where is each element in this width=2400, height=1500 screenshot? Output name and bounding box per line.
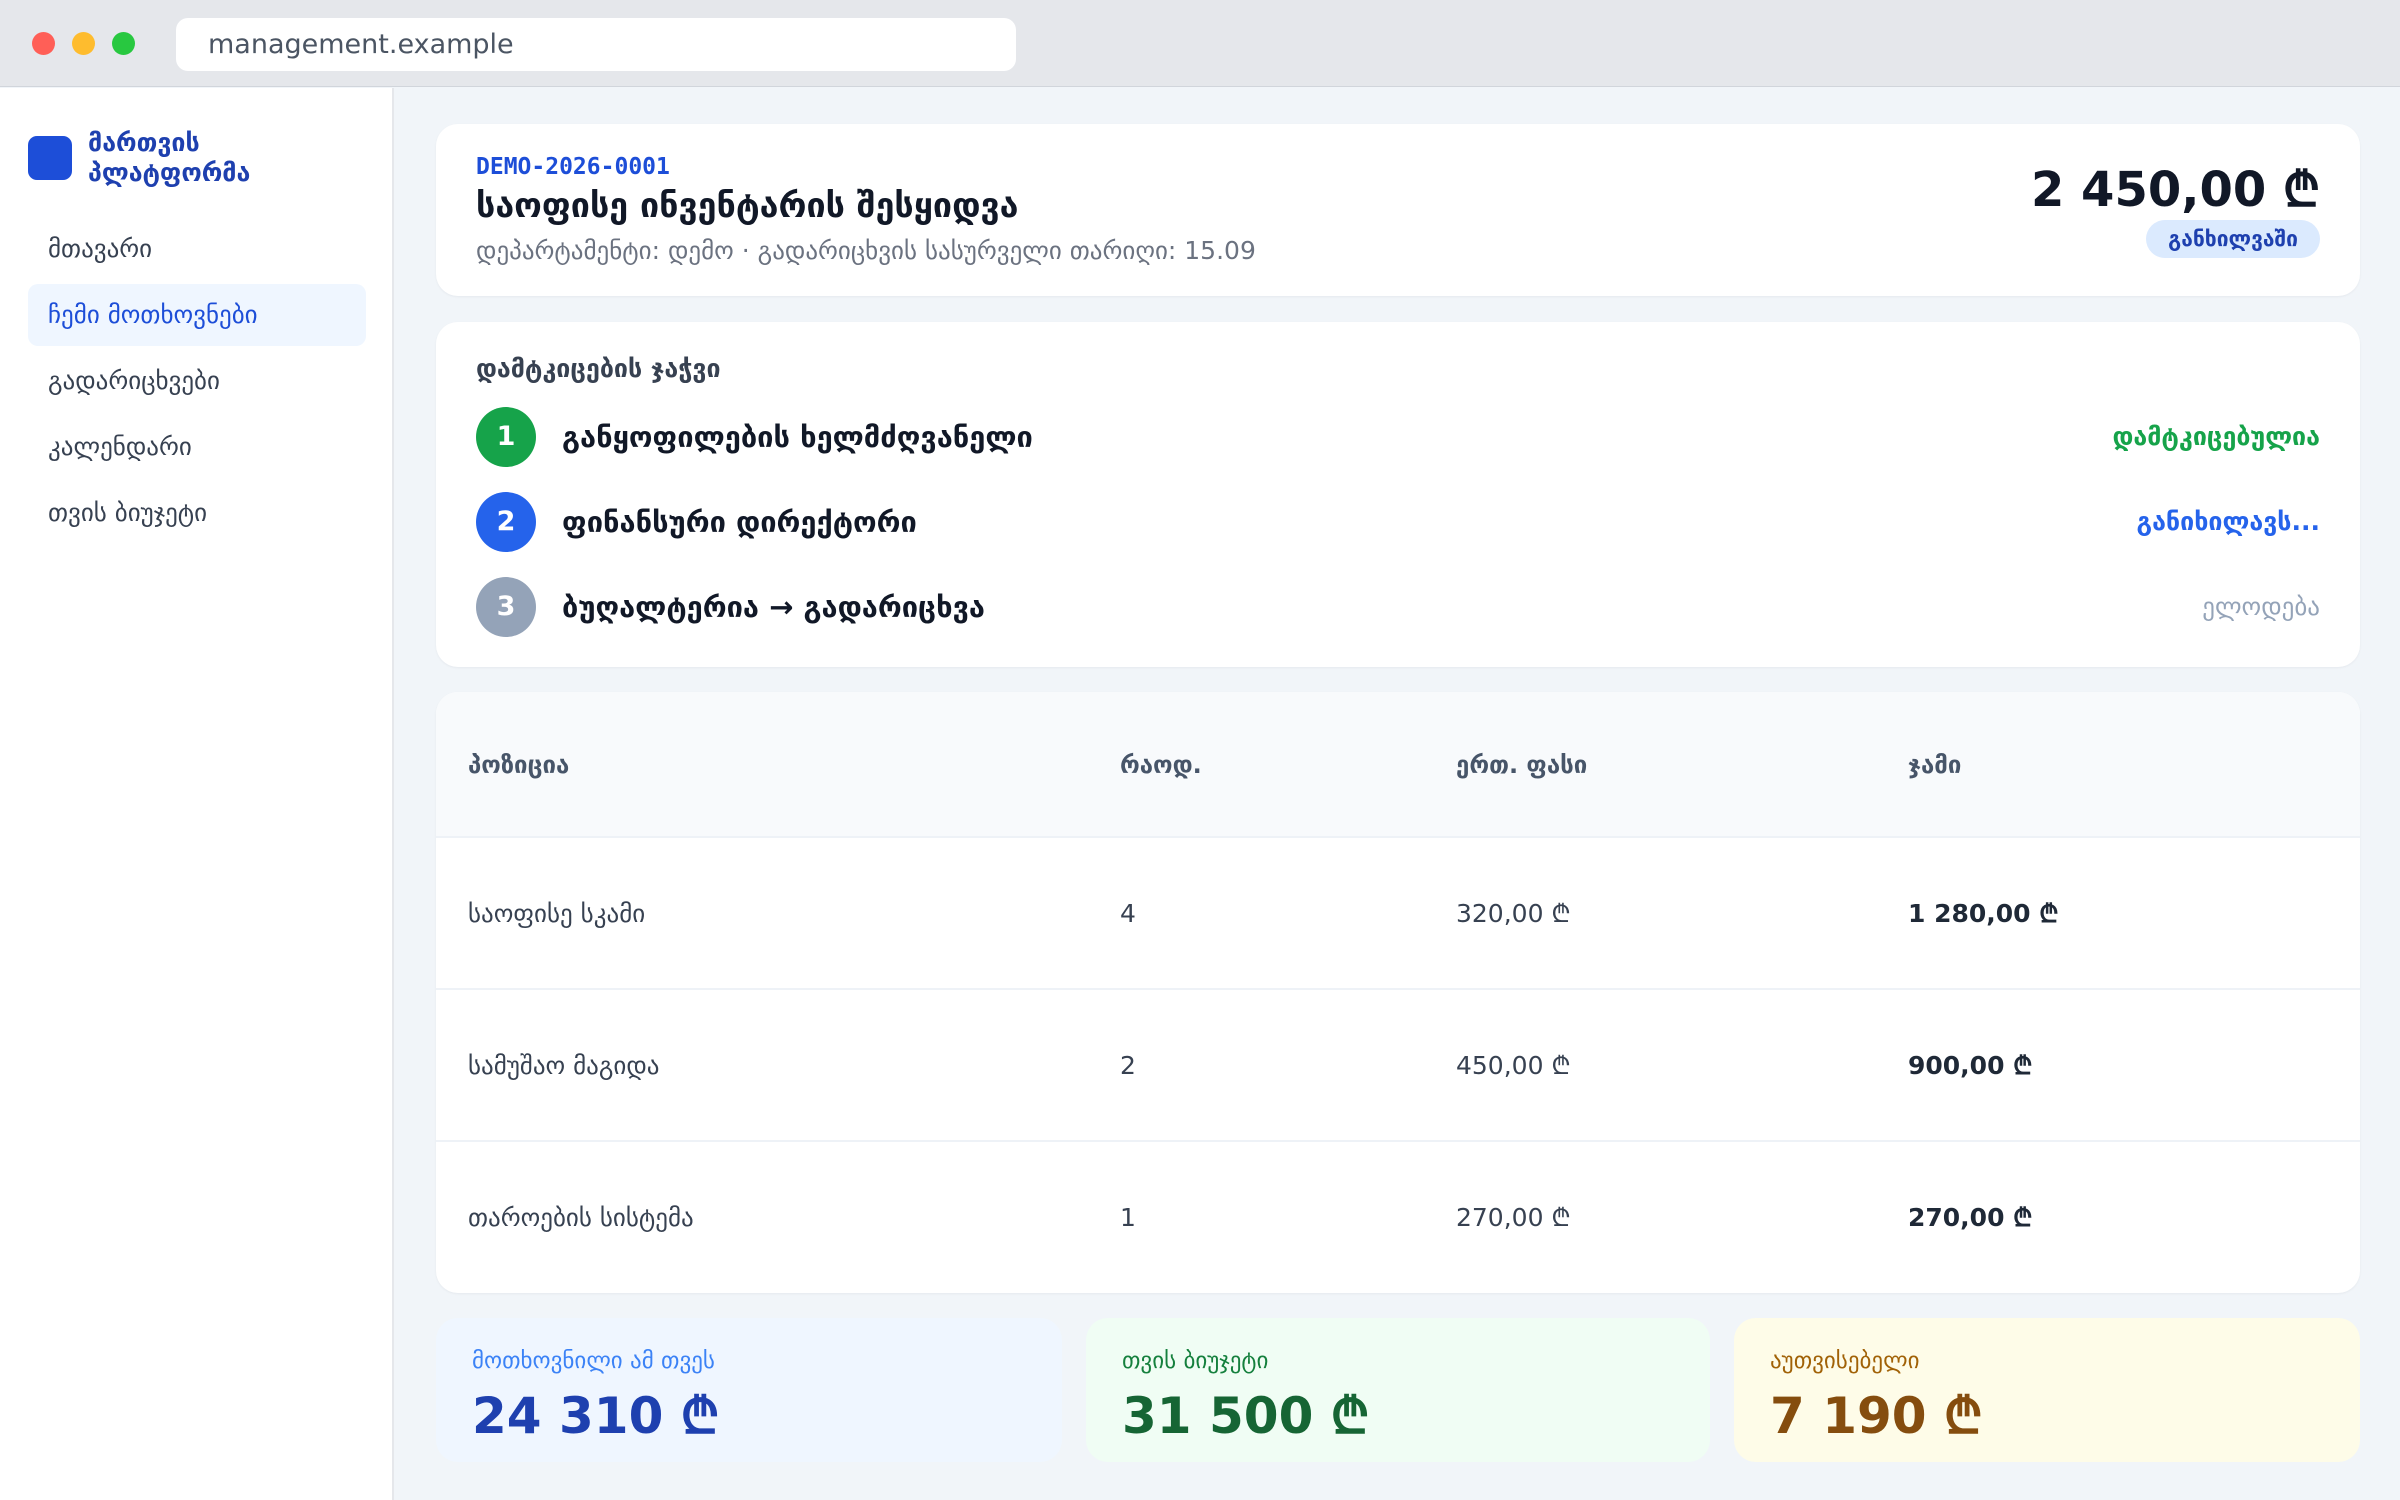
request-subtitle: დეპარტამენტი: დემო · გადარიცხვის სასურვე… xyxy=(476,236,1256,265)
stat-label: მოთხოვნილი ამ თვეს xyxy=(472,1348,715,1374)
request-header-card: DEMO-2026-0001 საოფისე ინვენტარის შესყიდ… xyxy=(436,124,2360,296)
column-header-quantity[interactable]: რაოდ. xyxy=(1120,692,1202,838)
cell-quantity: 2 xyxy=(1120,1051,1136,1080)
request-title: საოფისე ინვენტარის შესყიდვა xyxy=(476,186,1019,226)
step-status: განიხილავს... xyxy=(2136,507,2320,536)
approval-chain-card: დამტკიცების ჯაჭვი 1 განყოფილების ხელმძღვ… xyxy=(436,322,2360,667)
column-header-total[interactable]: ჯამი xyxy=(1908,692,1961,838)
approval-step: 2 ფინანსური დირექტორი განიხილავს... xyxy=(476,492,2320,552)
window-maximize-dot[interactable] xyxy=(112,32,135,55)
step-status: დამტკიცებულია xyxy=(2112,422,2320,451)
table-row[interactable]: საოფისე სკამი 4 320,00 ₾ 1 280,00 ₾ xyxy=(436,838,2360,990)
sidebar-item-home[interactable]: მთავარი xyxy=(28,218,366,280)
step-number-badge: 2 xyxy=(476,492,536,552)
stat-label: აუთვისებელი xyxy=(1770,1348,1920,1374)
step-status: ელოდება xyxy=(2202,592,2320,621)
sidebar-item-monthly-budget[interactable]: თვის ბიუჯეტი xyxy=(28,482,366,544)
brand-logo-icon xyxy=(28,136,72,180)
step-number-badge: 1 xyxy=(476,407,536,467)
items-table: პოზიცია რაოდ. ერთ. ფასი ჯამი საოფისე სკა… xyxy=(436,692,2360,1293)
cell-unit-price: 450,00 ₾ xyxy=(1456,1051,1571,1080)
column-header-item[interactable]: პოზიცია xyxy=(468,692,569,838)
approval-chain-title: დამტკიცების ჯაჭვი xyxy=(476,354,721,383)
table-row[interactable]: თაროების სისტემა 1 270,00 ₾ 270,00 ₾ xyxy=(436,1142,2360,1293)
brand[interactable]: მართვის პლატფორმა xyxy=(28,128,308,188)
cell-total: 900,00 ₾ xyxy=(1908,1051,2033,1080)
table-row[interactable]: სამუშაო მაგიდა 2 450,00 ₾ 900,00 ₾ xyxy=(436,990,2360,1142)
window-minimize-dot[interactable] xyxy=(72,32,95,55)
request-id: DEMO-2026-0001 xyxy=(476,154,670,180)
browser-chrome: management.example xyxy=(0,0,2400,87)
approval-step: 3 ბუღალტერია → გადარიცხვა ელოდება xyxy=(476,577,2320,637)
sidebar-item-my-requests[interactable]: ჩემი მოთხოვნები xyxy=(28,284,366,346)
stat-card-requested: მოთხოვნილი ამ თვეს 24 310 ₾ xyxy=(436,1318,1062,1462)
stat-value: 31 500 ₾ xyxy=(1122,1387,1370,1445)
cell-total: 1 280,00 ₾ xyxy=(1908,899,2059,928)
cell-item: სამუშაო მაგიდა xyxy=(468,1051,660,1080)
status-badge: განხილვაში xyxy=(2146,220,2320,258)
sidebar-item-transfers[interactable]: გადარიცხვები xyxy=(28,350,366,412)
address-bar[interactable]: management.example xyxy=(176,18,1016,71)
stat-value: 24 310 ₾ xyxy=(472,1387,720,1445)
table-header-row: პოზიცია რაოდ. ერთ. ფასი ჯამი xyxy=(436,692,2360,838)
cell-item: თაროების სისტემა xyxy=(468,1203,694,1232)
request-amount: 2 450,00 ₾ xyxy=(2030,162,2320,218)
stat-card-remaining: აუთვისებელი 7 190 ₾ xyxy=(1734,1318,2360,1462)
sidebar-item-calendar[interactable]: კალენდარი xyxy=(28,416,366,478)
sidebar: მართვის პლატფორმა მთავარი ჩემი მოთხოვნებ… xyxy=(0,88,394,1500)
stat-card-budget: თვის ბიუჯეტი 31 500 ₾ xyxy=(1086,1318,1710,1462)
cell-total: 270,00 ₾ xyxy=(1908,1203,2033,1232)
step-number-badge: 3 xyxy=(476,577,536,637)
cell-unit-price: 320,00 ₾ xyxy=(1456,899,1571,928)
sidebar-nav: მთავარი ჩემი მოთხოვნები გადარიცხვები კალ… xyxy=(28,218,366,548)
cell-quantity: 4 xyxy=(1120,899,1136,928)
brand-name: მართვის პლატფორმა xyxy=(88,128,251,187)
step-label: ბუღალტერია → გადარიცხვა xyxy=(562,590,985,624)
cell-unit-price: 270,00 ₾ xyxy=(1456,1203,1571,1232)
window-close-dot[interactable] xyxy=(32,32,55,55)
cell-item: საოფისე სკამი xyxy=(468,899,646,928)
step-label: ფინანსური დირექტორი xyxy=(562,505,917,539)
stat-label: თვის ბიუჯეტი xyxy=(1122,1348,1269,1374)
approval-step: 1 განყოფილების ხელმძღვანელი დამტკიცებული… xyxy=(476,407,2320,467)
cell-quantity: 1 xyxy=(1120,1203,1136,1232)
stat-value: 7 190 ₾ xyxy=(1770,1387,1983,1445)
step-label: განყოფილების ხელმძღვანელი xyxy=(562,420,1033,454)
column-header-unit-price[interactable]: ერთ. ფასი xyxy=(1456,692,1587,838)
